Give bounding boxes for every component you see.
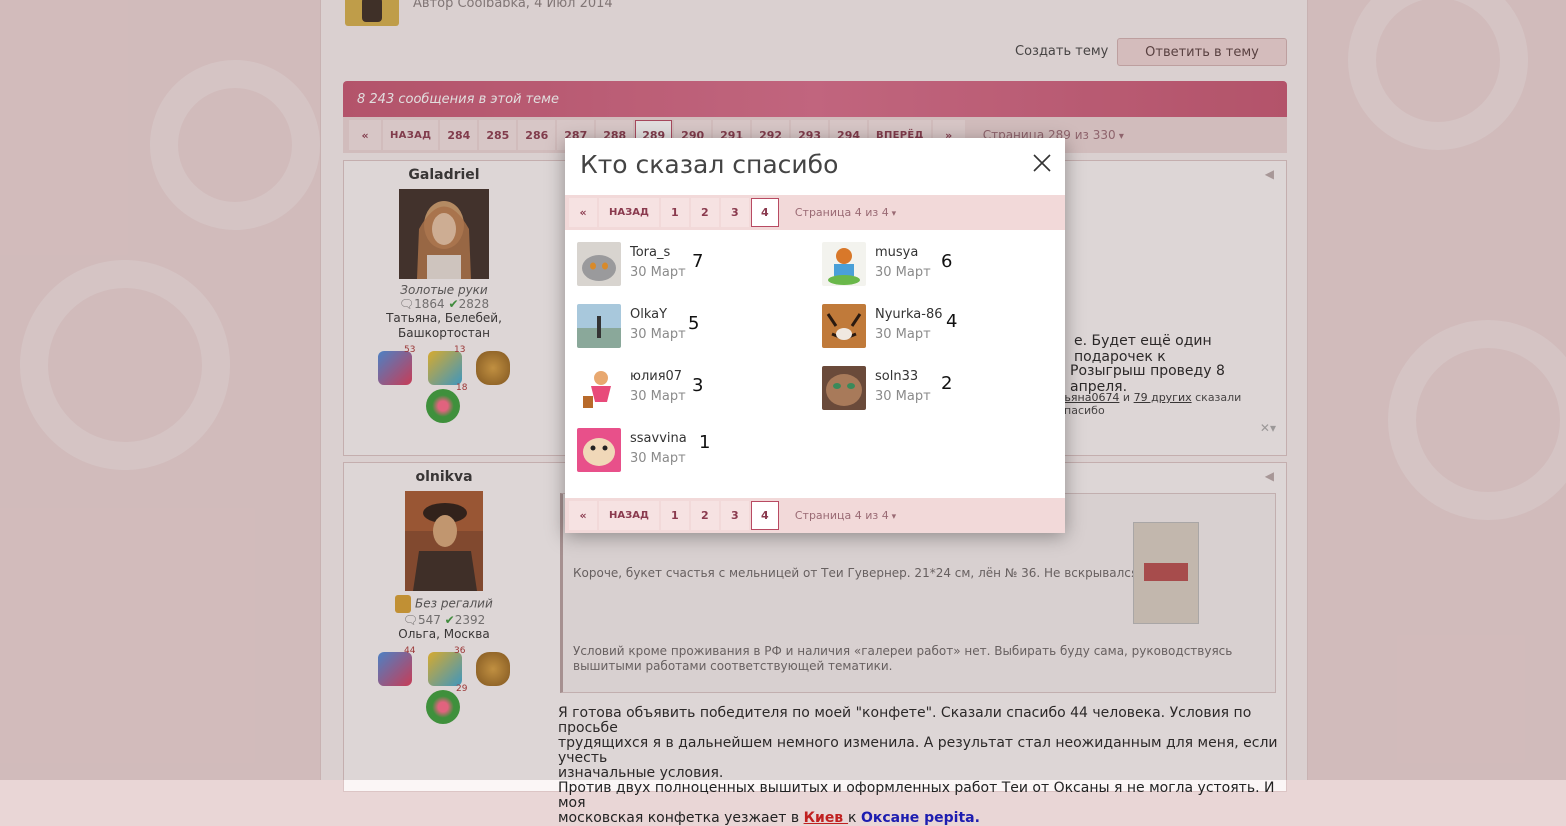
modal-pager-page-button[interactable]: 3 [720,198,749,227]
modal-pager-page-dropdown[interactable]: Страница 4 из 4 [795,509,896,522]
modal-pager-page-button[interactable]: 2 [690,501,719,530]
liker-date: 30 Март [630,265,686,280]
modal-title: Кто сказал спасибо [580,150,839,179]
city-link[interactable]: Киев [804,810,848,826]
post-text-span: к [848,810,861,826]
liker-name[interactable]: OlkaY [630,307,667,322]
list-item: Nyurka-86 30 Март 4 [822,304,1042,350]
modal-pager-page-button[interactable]: 3 [720,501,749,530]
avatar[interactable] [577,242,621,286]
annotation-number: 3 [692,375,704,396]
liker-date: 30 Март [630,389,686,404]
annotation-number: 1 [699,432,711,453]
list-item: OlkaY 30 Март 5 [577,304,797,350]
modal-pager-current-page[interactable]: 4 [750,198,779,227]
annotation-number: 7 [692,251,704,272]
post-text-line: Против двух полноценных вышитых и оформл… [558,780,1275,811]
modal-pager-page-button[interactable]: 1 [660,198,689,227]
post-text-span: московская конфетка уезжает в [558,810,804,826]
annotation-number: 6 [941,251,953,272]
modal-pager-first-button[interactable]: « [569,198,597,227]
list-item: musya 30 Март 6 [822,242,1042,288]
annotation-number: 4 [946,311,958,332]
annotation-number: 5 [688,313,700,334]
avatar[interactable] [822,304,866,348]
close-icon[interactable] [1031,152,1053,174]
liker-name[interactable]: юлия07 [630,369,682,384]
liker-date: 30 Март [875,265,931,280]
avatar[interactable] [822,242,866,286]
modal-pager-top: « НАЗАД 1 2 3 4 Страница 4 из 4 [565,195,1065,230]
post-text-line: московская конфетка уезжает в Киев к Окс… [558,811,1278,826]
liker-date: 30 Март [875,389,931,404]
liker-name[interactable]: ssavvina [630,431,687,446]
liker-name[interactable]: Tora_s [630,245,670,260]
modal-pager-bottom: « НАЗАД 1 2 3 4 Страница 4 из 4 [565,498,1065,533]
avatar[interactable] [577,428,621,472]
modal-pager-page-button[interactable]: 1 [660,501,689,530]
liker-date: 30 Март [630,327,686,342]
avatar[interactable] [577,366,621,410]
liker-date: 30 Март [630,451,686,466]
liker-name[interactable]: musya [875,245,918,260]
liker-date: 30 Март [875,327,931,342]
modal-pager-page-dropdown[interactable]: Страница 4 из 4 [795,206,896,219]
avatar[interactable] [577,304,621,348]
liker-name[interactable]: Nyurka-86 [875,307,943,322]
liker-name[interactable]: soln33 [875,369,918,384]
list-item: Tora_s 30 Март 7 [577,242,797,288]
modal-pager-first-button[interactable]: « [569,501,597,530]
list-item: soln33 30 Март 2 [822,366,1042,412]
list-item: юлия07 30 Март 3 [577,366,797,412]
thanks-modal: Кто сказал спасибо « НАЗАД 1 2 3 4 Стран… [565,138,1065,533]
modal-pager-prev-button[interactable]: НАЗАД [599,198,659,227]
modal-pager-page-button[interactable]: 2 [690,198,719,227]
avatar[interactable] [822,366,866,410]
modal-pager-current-page[interactable]: 4 [750,501,779,530]
list-item: ssavvina 30 Март 1 [577,428,797,474]
annotation-number: 2 [941,373,953,394]
modal-pager-prev-button[interactable]: НАЗАД [599,501,659,530]
person-link[interactable]: Оксане pepita. [861,810,980,826]
